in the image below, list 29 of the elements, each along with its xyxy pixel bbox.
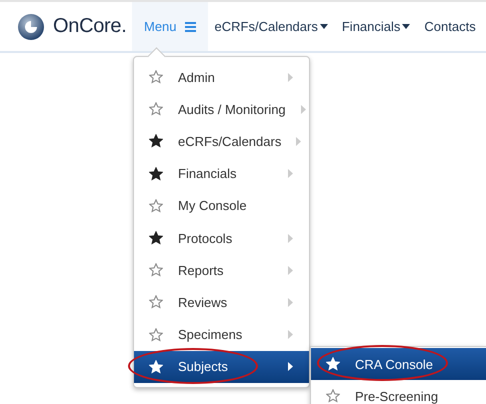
star-icon[interactable] — [149, 295, 163, 310]
star-icon[interactable] — [149, 263, 163, 278]
brand-name: OnCore. — [53, 15, 126, 38]
star-icon[interactable] — [326, 389, 340, 404]
star-icon[interactable] — [149, 328, 163, 342]
dropdown-item[interactable]: Pre-Screening — [311, 380, 486, 404]
caret-icon — [320, 24, 328, 29]
nav-link[interactable]: eCRFs/Calendars — [208, 2, 335, 51]
dropdown-item[interactable]: Admin — [134, 61, 309, 94]
star-icon[interactable] — [149, 134, 163, 148]
dropdown-item[interactable]: eCRFs/Calendars — [134, 125, 309, 158]
dropdown-item[interactable]: Reviews — [134, 286, 309, 318]
dropdown-item[interactable]: Specimens — [134, 318, 309, 351]
nav-link[interactable]: Financials — [334, 2, 418, 51]
dropdown-item[interactable]: CRA Console — [311, 348, 486, 380]
logo-icon — [18, 14, 44, 40]
dropdown-item[interactable]: Financials — [134, 158, 309, 190]
star-icon[interactable] — [149, 198, 163, 213]
dropdown-item[interactable]: My Console — [134, 190, 309, 222]
menu-icon — [184, 22, 196, 32]
star-icon[interactable] — [149, 231, 163, 246]
dropdown-item[interactable]: Audits / Monitoring — [134, 93, 309, 126]
nav-link[interactable]: Contacts — [417, 2, 483, 51]
dropdown-item[interactable]: Reports — [134, 254, 309, 286]
star-icon[interactable] — [149, 102, 163, 116]
caret-icon — [402, 24, 410, 29]
star-icon[interactable] — [149, 70, 163, 84]
dropdown-item[interactable]: Protocols — [134, 222, 309, 254]
star-icon[interactable] — [149, 166, 163, 181]
